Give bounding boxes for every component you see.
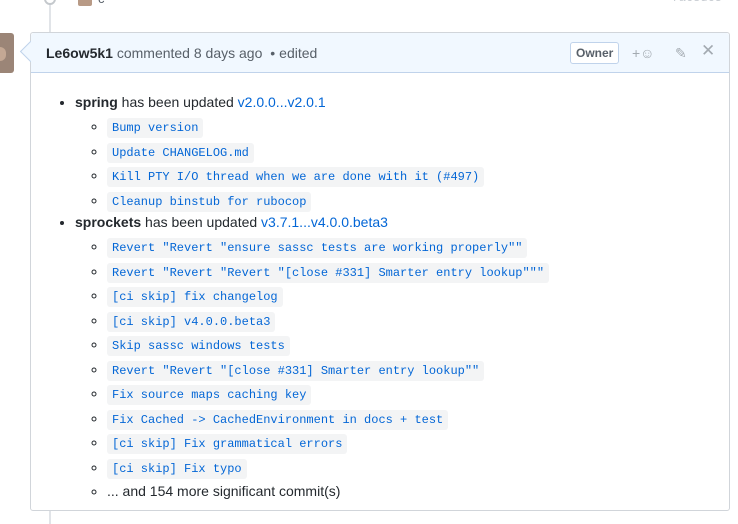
- dependency-item-sprockets: sprockets has been updated v3.7.1...v4.0…: [75, 212, 550, 504]
- commit-link[interactable]: Revert "Revert "ensure sassc tests are w…: [107, 238, 528, 258]
- commit-link[interactable]: [ci skip] Fix typo: [107, 458, 247, 479]
- version-range-link[interactable]: v2.0.0...v2.0.1: [238, 94, 326, 110]
- commit-link[interactable]: Revert "Revert "[close #331] Smarter ent…: [107, 360, 485, 381]
- commit-list: Bump version Update CHANGELOG.md Kill PT…: [75, 114, 549, 212]
- dependency-list: spring has been updated v2.0.0...v2.0.1 …: [31, 92, 550, 504]
- commit-link[interactable]: Revert "Revert "Revert "[close #331] Sma…: [107, 262, 550, 283]
- package-name: spring: [75, 94, 118, 110]
- commit-message[interactable]: c: [98, 0, 105, 6]
- commit-list: Revert "Revert "ensure sassc tests are w…: [75, 234, 550, 504]
- commit-link[interactable]: [ci skip] Fix grammatical errors: [107, 434, 348, 454]
- commit-link[interactable]: Fix source maps caching key: [107, 385, 312, 405]
- comment-author-link[interactable]: Le6ow5k1: [46, 45, 113, 61]
- commit-item: [ci skip] Fix grammatical errors: [107, 430, 549, 455]
- commit-item: Cleanup binstub for rubocop: [107, 188, 549, 213]
- commit-item: [ci skip] Fix typo: [107, 455, 549, 480]
- dependency-item-spring: spring has been updated v2.0.0...v2.0.1 …: [75, 92, 549, 212]
- version-range-link[interactable]: v3.7.1...v4.0.0.beta3: [261, 214, 388, 230]
- delete-comment-button[interactable]: ✕: [701, 41, 716, 60]
- commit-link[interactable]: Skip sassc windows tests: [107, 336, 290, 356]
- commit-item: Fix source maps caching key: [107, 381, 549, 406]
- update-text: has been updated: [121, 94, 234, 110]
- commit-icon: [44, 0, 56, 5]
- avatar[interactable]: [0, 33, 14, 73]
- commit-author-avatar[interactable]: [78, 0, 92, 6]
- commit-link[interactable]: Fix Cached -> CachedEnvironment in docs …: [107, 409, 449, 430]
- comment-action: commented: [116, 45, 190, 61]
- commit-link[interactable]: Bump version: [107, 118, 204, 138]
- commit-item: Bump version: [107, 114, 549, 139]
- commit-item: Kill PTY I/O thread when we are done wit…: [107, 163, 549, 188]
- close-icon: ✕: [701, 41, 716, 60]
- edited-label[interactable]: edited: [279, 45, 317, 61]
- commit-link[interactable]: Update CHANGELOG.md: [107, 142, 254, 163]
- package-name: sprockets: [75, 214, 142, 230]
- previous-commit-row: c 7a63d65: [0, 0, 738, 14]
- commit-item: [ci skip] fix changelog: [107, 283, 549, 308]
- commit-link[interactable]: Cleanup binstub for rubocop: [107, 191, 312, 212]
- commit-item: Fix Cached -> CachedEnvironment in docs …: [107, 406, 549, 431]
- commit-sha[interactable]: 7a63d65: [672, 0, 722, 5]
- commit-link[interactable]: Kill PTY I/O thread when we are done wit…: [107, 167, 485, 187]
- comment-header: Le6ow5k1 commented 8 days ago • edited Ow…: [31, 33, 729, 73]
- add-reaction-button[interactable]: +☺: [632, 45, 654, 61]
- commit-item: [ci skip] v4.0.0.beta3: [107, 308, 549, 333]
- owner-badge: Owner: [570, 42, 620, 64]
- pencil-icon: ✎: [675, 45, 687, 61]
- commit-item: Revert "Revert "Revert "[close #331] Sma…: [107, 259, 550, 284]
- edit-comment-button[interactable]: ✎: [675, 45, 687, 61]
- update-text: has been updated: [145, 214, 258, 230]
- comment-box: Le6ow5k1 commented 8 days ago • edited Ow…: [30, 32, 730, 511]
- commit-item: Skip sassc windows tests: [107, 332, 549, 357]
- separator-dot: •: [270, 45, 276, 61]
- commit-link[interactable]: [ci skip] fix changelog: [107, 287, 283, 307]
- commit-link[interactable]: [ci skip] v4.0.0.beta3: [107, 311, 276, 332]
- commit-item: Revert "Revert "[close #331] Smarter ent…: [107, 357, 549, 382]
- smiley-icon: +☺: [632, 45, 655, 61]
- commit-item: Update CHANGELOG.md: [107, 139, 549, 164]
- comment-time-link[interactable]: 8 days ago: [194, 45, 263, 61]
- commit-item: Revert "Revert "ensure sassc tests are w…: [107, 234, 549, 259]
- more-commits-item: ... and 154 more significant commit(s): [107, 479, 549, 504]
